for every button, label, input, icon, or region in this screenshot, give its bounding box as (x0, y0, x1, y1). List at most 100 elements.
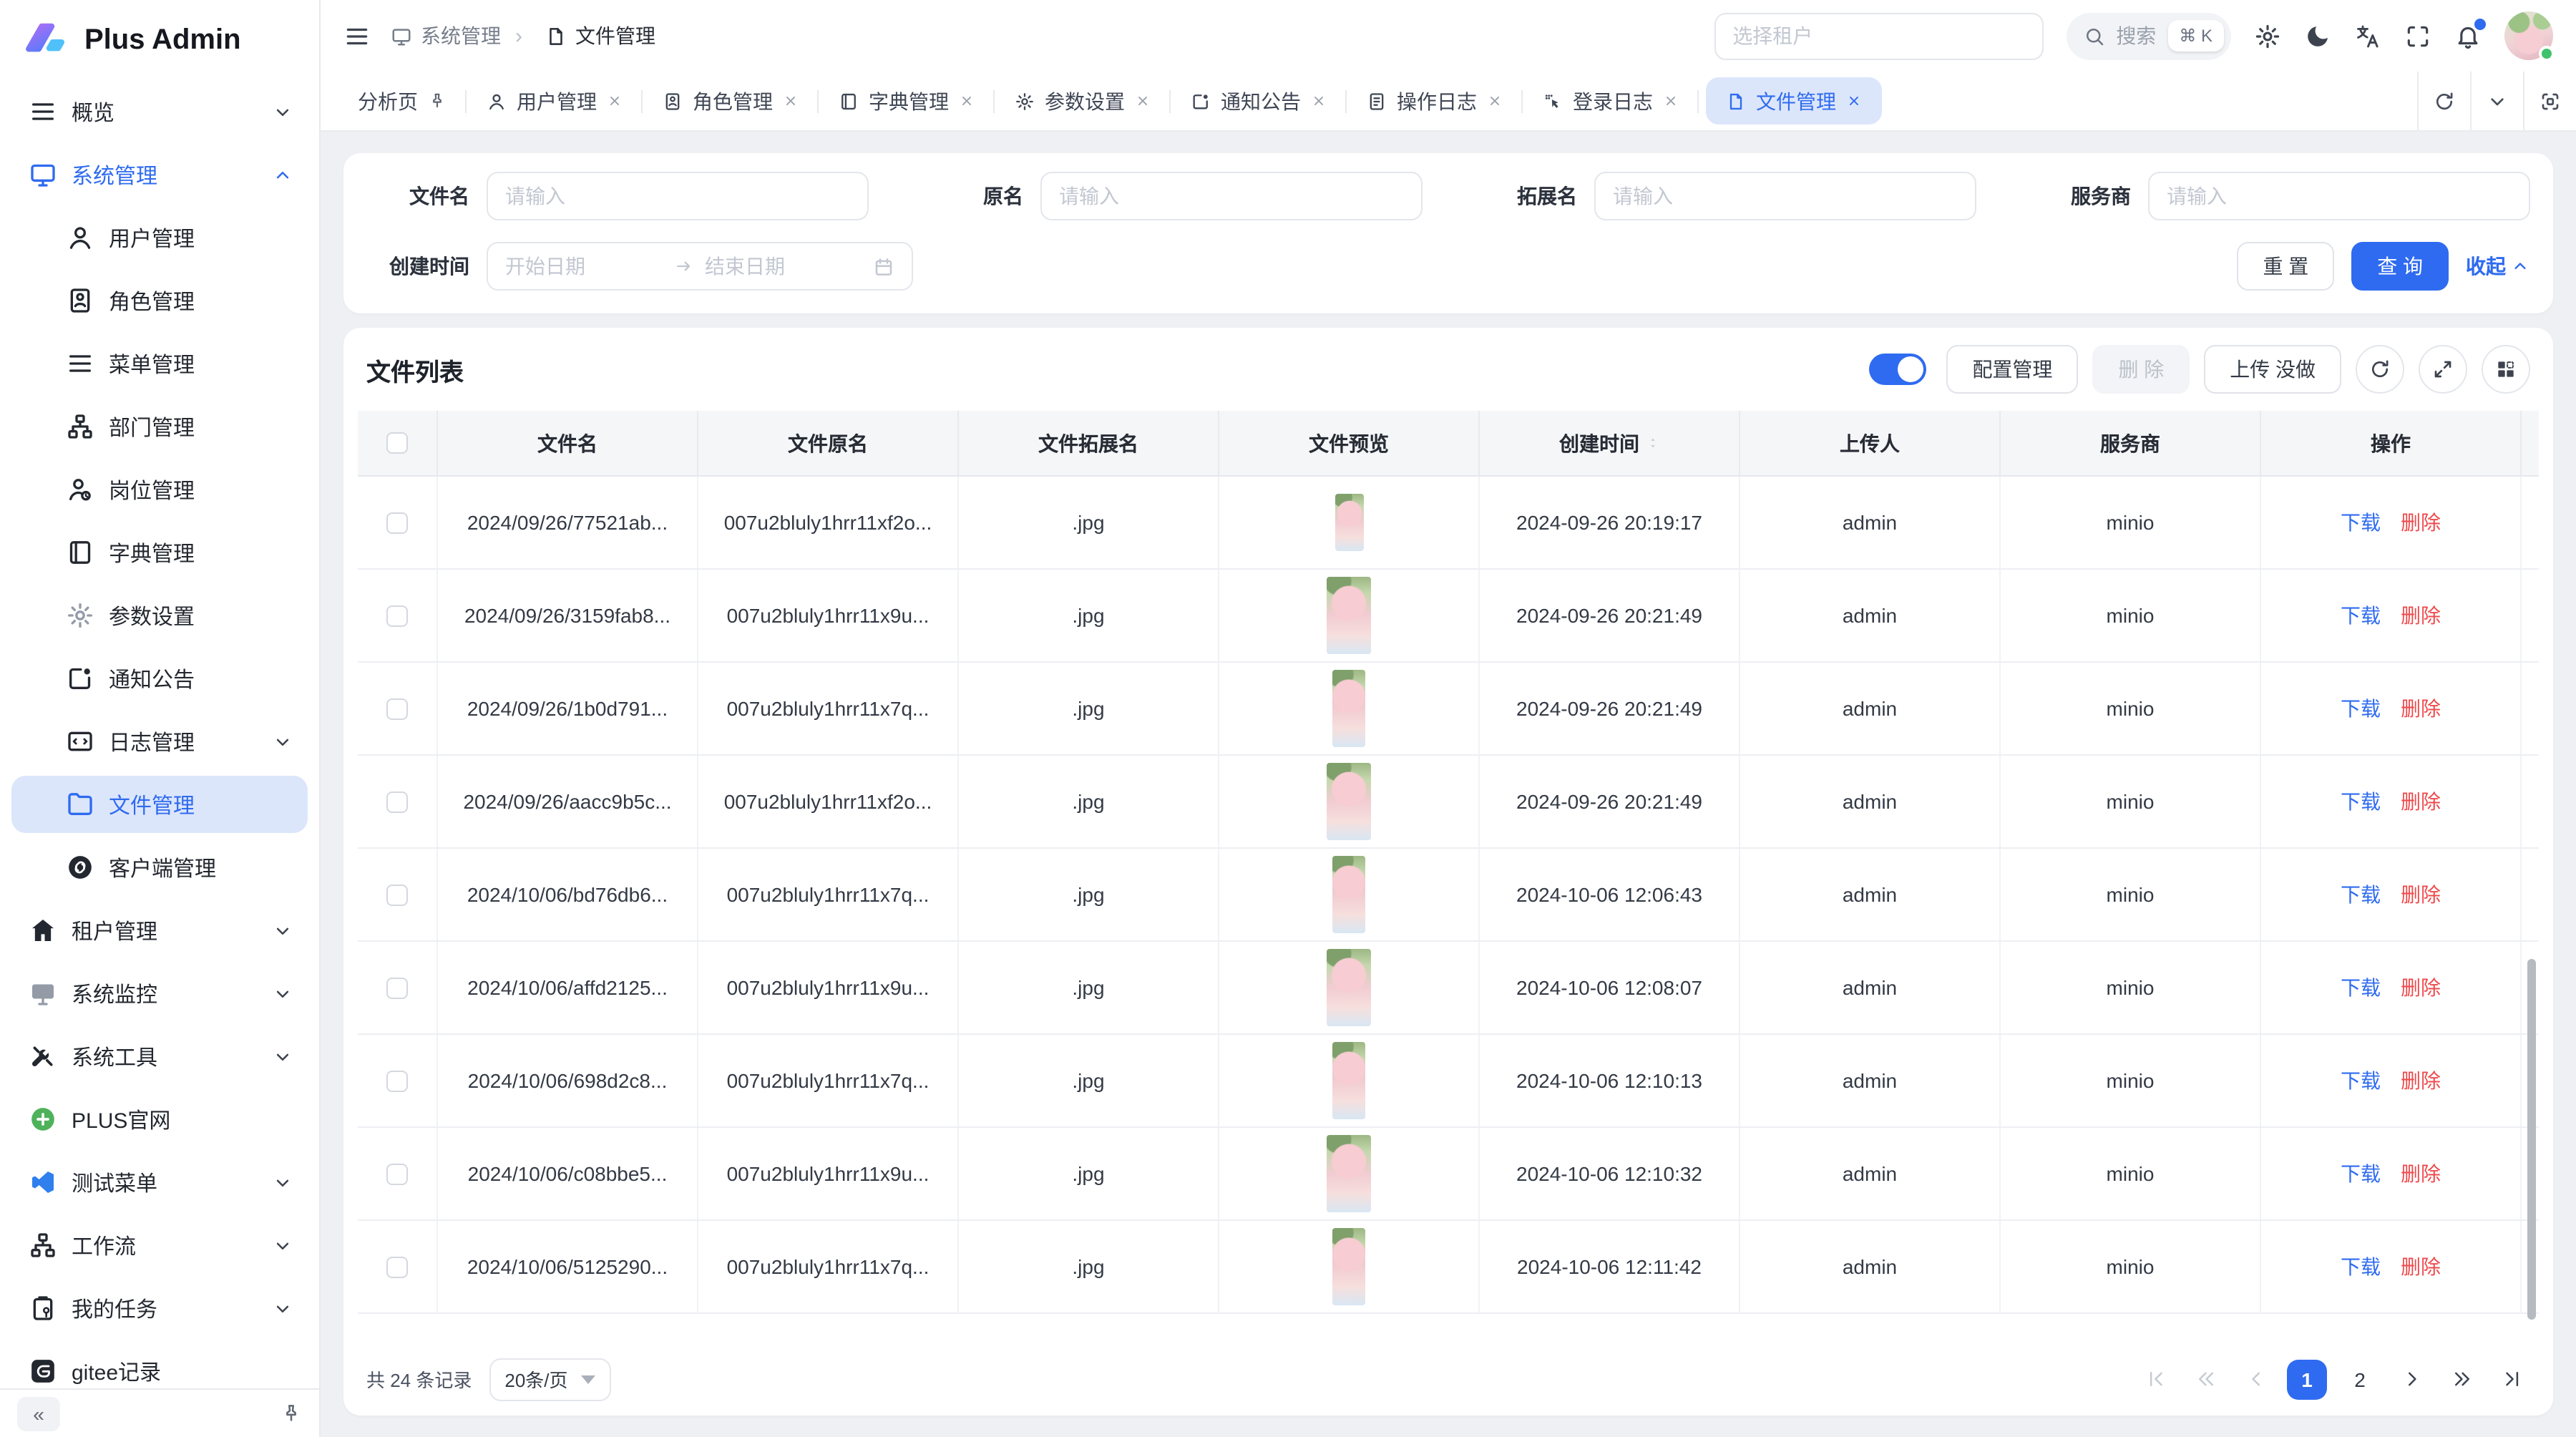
sidebar-item[interactable]: 概览 (11, 83, 308, 140)
delete-link[interactable]: 删除 (2401, 787, 2441, 816)
row-checkbox[interactable] (386, 1163, 408, 1184)
tab[interactable]: 登录日志 (1523, 71, 1699, 131)
sort-icon[interactable] (1645, 432, 1659, 454)
sidebar-item[interactable]: gitee记录 (11, 1343, 308, 1388)
date-range-input[interactable]: 开始日期 结束日期 (487, 242, 913, 291)
download-link[interactable]: 下载 (2341, 1252, 2381, 1281)
global-search[interactable]: 搜索 ⌘ K (2066, 12, 2231, 59)
delete-button[interactable]: 删 除 (2092, 345, 2190, 394)
sidebar-item[interactable]: 系统工具 (11, 1028, 308, 1085)
row-checkbox[interactable] (386, 884, 408, 905)
row-checkbox[interactable] (386, 791, 408, 812)
expand-table-button[interactable] (2419, 345, 2467, 394)
close-icon[interactable] (959, 93, 975, 109)
config-button[interactable]: 配置管理 (1946, 345, 2078, 394)
maximize-content-button[interactable] (2523, 72, 2576, 130)
sidebar-item[interactable]: 系统管理 (11, 146, 308, 203)
file-preview-thumbnail[interactable] (1327, 577, 1371, 654)
sidebar-item[interactable]: 参数设置 (11, 587, 308, 644)
download-link[interactable]: 下载 (2341, 1159, 2381, 1188)
notifications-button[interactable] (2454, 22, 2482, 49)
breadcrumb-item[interactable]: 文件管理 (501, 21, 655, 50)
file-preview-thumbnail[interactable] (1332, 670, 1365, 747)
delete-link[interactable]: 删除 (2401, 1159, 2441, 1188)
tab[interactable]: 通知公告 (1171, 71, 1347, 131)
delete-link[interactable]: 删除 (2401, 880, 2441, 909)
close-icon[interactable] (1846, 93, 1862, 109)
column-settings-button[interactable] (2482, 345, 2530, 394)
download-link[interactable]: 下载 (2341, 694, 2381, 723)
tab[interactable]: 分析页 (338, 71, 467, 131)
tabs-dropdown-button[interactable] (2470, 72, 2523, 130)
row-checkbox[interactable] (386, 512, 408, 533)
sidebar-item[interactable]: 测试菜单 (11, 1154, 308, 1211)
sidebar-item[interactable]: 客户端管理 (11, 839, 308, 896)
file-preview-thumbnail[interactable] (1327, 763, 1371, 840)
fullscreen-icon[interactable] (2404, 22, 2431, 49)
file-preview-thumbnail[interactable] (1335, 494, 1363, 551)
text-input[interactable]: 请输入 (1594, 172, 1976, 220)
file-preview-thumbnail[interactable] (1332, 1042, 1365, 1119)
settings-icon[interactable] (2254, 22, 2281, 49)
avatar[interactable] (2504, 11, 2553, 60)
delete-link[interactable]: 删除 (2401, 973, 2441, 1002)
delete-link[interactable]: 删除 (2401, 601, 2441, 630)
column-header-sortable[interactable]: 创建时间 (1480, 411, 1740, 475)
refresh-tab-button[interactable] (2417, 72, 2470, 130)
pin-sidebar-icon[interactable] (280, 1403, 302, 1424)
reset-button[interactable]: 重 置 (2237, 242, 2334, 291)
page-number-2[interactable]: 2 (2340, 1359, 2380, 1399)
delete-link[interactable]: 删除 (2401, 1066, 2441, 1095)
row-checkbox[interactable] (386, 1070, 408, 1091)
close-icon[interactable] (1311, 93, 1327, 109)
row-checkbox[interactable] (386, 1256, 408, 1277)
sidebar-item[interactable]: 我的任务 (11, 1280, 308, 1337)
sidebar-collapse-button[interactable]: « (17, 1396, 60, 1431)
sidebar-item[interactable]: 工作流 (11, 1217, 308, 1274)
sidebar-item[interactable]: 通知公告 (11, 650, 308, 707)
close-icon[interactable] (1487, 93, 1503, 109)
sidebar-item[interactable]: 文件管理 (11, 776, 308, 833)
tab[interactable]: 字典管理 (819, 71, 995, 131)
close-icon[interactable] (783, 93, 799, 109)
row-checkbox[interactable] (386, 977, 408, 998)
file-preview-thumbnail[interactable] (1332, 856, 1365, 933)
sidebar-item[interactable]: 岗位管理 (11, 461, 308, 518)
jump-forward-button[interactable] (2443, 1360, 2480, 1398)
file-preview-thumbnail[interactable] (1327, 949, 1371, 1026)
tab[interactable]: 用户管理 (467, 71, 643, 131)
sidebar-item[interactable]: 日志管理 (11, 713, 308, 770)
refresh-table-button[interactable] (2356, 345, 2404, 394)
sidebar-item[interactable]: 菜单管理 (11, 335, 308, 392)
download-link[interactable]: 下载 (2341, 787, 2381, 816)
last-page-button[interactable] (2493, 1360, 2530, 1398)
table-scrollbar[interactable] (2527, 959, 2536, 1320)
select-all-checkbox[interactable] (386, 432, 408, 454)
text-input[interactable]: 请输入 (2148, 172, 2530, 220)
collapse-filter-link[interactable]: 收起 (2466, 252, 2530, 281)
search-button[interactable]: 查 询 (2351, 242, 2449, 291)
first-page-button[interactable] (2137, 1360, 2174, 1398)
tab[interactable]: 文件管理 (1706, 77, 1882, 125)
sidebar-item[interactable]: 用户管理 (11, 209, 308, 266)
close-icon[interactable] (1135, 93, 1151, 109)
language-icon[interactable] (2354, 22, 2381, 49)
download-link[interactable]: 下载 (2341, 601, 2381, 630)
page-number-1[interactable]: 1 (2287, 1359, 2327, 1399)
sidebar-item[interactable]: 租户管理 (11, 902, 308, 959)
sidebar-item[interactable]: PLUS官网 (11, 1091, 308, 1148)
download-link[interactable]: 下载 (2341, 1066, 2381, 1095)
download-link[interactable]: 下载 (2341, 880, 2381, 909)
sidebar-item[interactable]: 部门管理 (11, 398, 308, 455)
row-checkbox[interactable] (386, 605, 408, 626)
breadcrumb-item[interactable]: 系统管理 (391, 21, 501, 50)
row-checkbox[interactable] (386, 698, 408, 719)
prev-page-button[interactable] (2237, 1360, 2274, 1398)
next-page-button[interactable] (2393, 1360, 2430, 1398)
download-link[interactable]: 下载 (2341, 973, 2381, 1002)
page-size-select[interactable]: 20条/页 (489, 1358, 610, 1401)
sidebar-item[interactable]: 角色管理 (11, 272, 308, 329)
file-preview-thumbnail[interactable] (1332, 1228, 1365, 1305)
toggle-switch[interactable] (1869, 354, 1926, 385)
tab[interactable]: 操作日志 (1347, 71, 1523, 131)
